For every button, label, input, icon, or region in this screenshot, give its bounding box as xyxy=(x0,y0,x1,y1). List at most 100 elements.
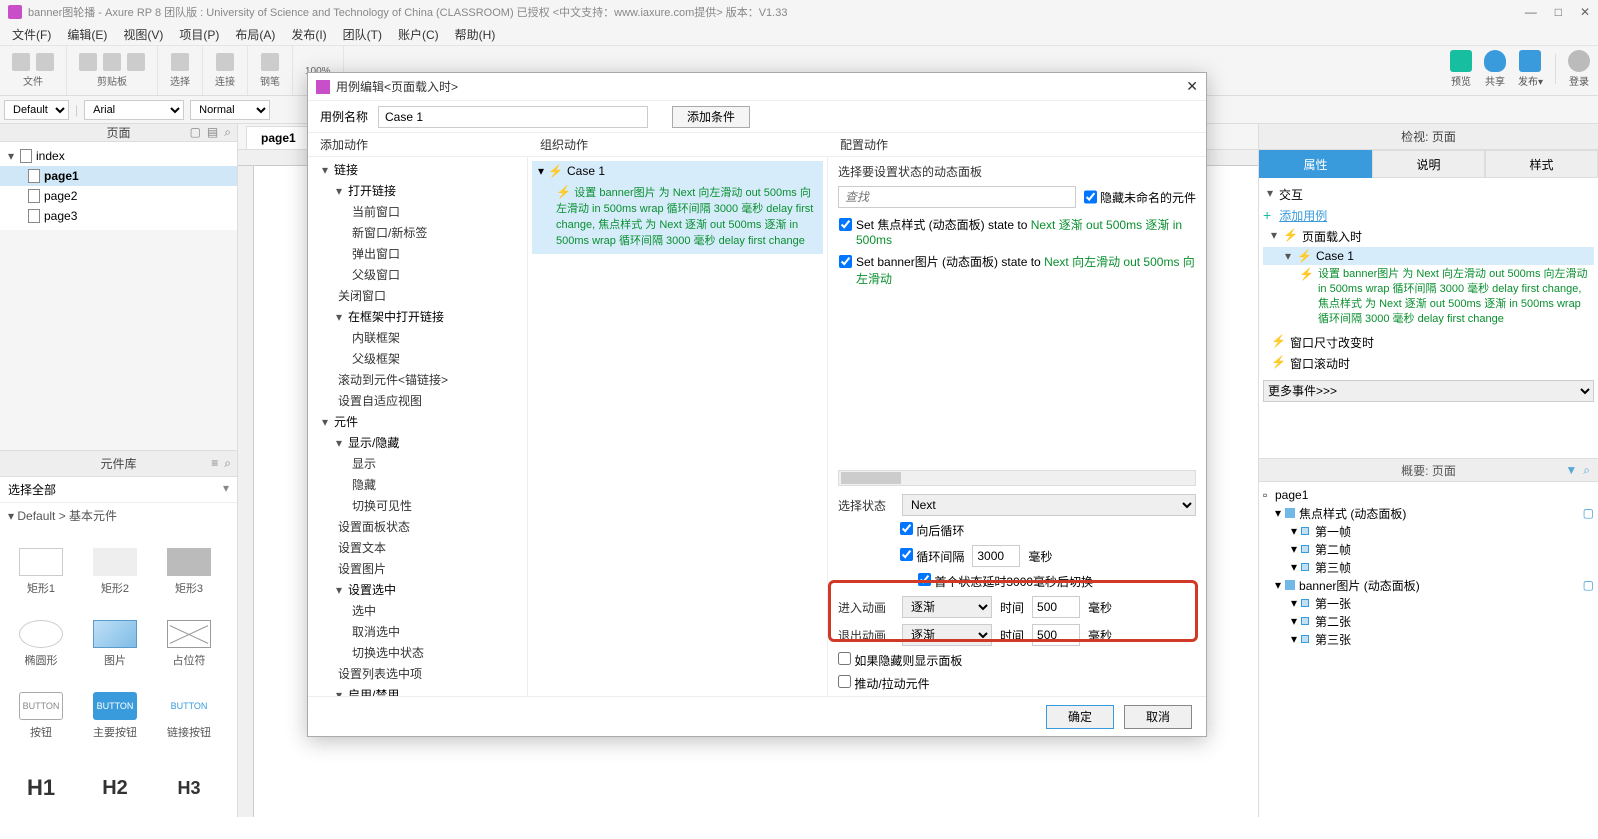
cut-icon[interactable] xyxy=(79,53,97,71)
lib-image[interactable]: 图片 xyxy=(78,608,152,680)
canvas-tab-page1[interactable]: page1 xyxy=(246,126,311,149)
library-select-all[interactable]: 选择全部 ▾ xyxy=(0,477,237,503)
tab-style[interactable]: 样式 xyxy=(1485,150,1598,178)
outline-dp1-s2[interactable]: ▾第二帧 xyxy=(1263,540,1594,558)
anim-in-select[interactable]: 逐渐 xyxy=(902,596,992,618)
delay-first-checkbox[interactable]: 首个状态延时3000毫秒后切换 xyxy=(918,573,1093,590)
lib-rect3[interactable]: 矩形3 xyxy=(152,536,226,608)
horizontal-scrollbar[interactable] xyxy=(838,470,1196,486)
new-file-icon[interactable] xyxy=(12,53,30,71)
publish-button[interactable]: 发布▾ xyxy=(1518,50,1543,88)
lib-h1[interactable]: H1 xyxy=(4,752,78,824)
pen-icon[interactable] xyxy=(261,53,279,71)
lib-search-icon[interactable]: ⌕ xyxy=(224,456,231,471)
font-select[interactable]: Arial xyxy=(84,100,184,120)
filter-icon[interactable]: ▼ xyxy=(1565,463,1577,478)
repeat-checkbox[interactable]: 循环间隔 xyxy=(900,548,964,565)
tree-show-hide[interactable]: ▾显示/隐藏 xyxy=(336,434,527,451)
tree-selected[interactable]: 选中 xyxy=(308,600,527,621)
menu-help[interactable]: 帮助(H) xyxy=(449,24,502,45)
outline-dp2[interactable]: ▾banner图片 (动态面板)▢ xyxy=(1263,576,1594,594)
anim-in-time-input[interactable] xyxy=(1032,596,1080,618)
minimize-button[interactable]: — xyxy=(1525,5,1537,19)
menu-account[interactable]: 账户(C) xyxy=(392,24,445,45)
tree-popup[interactable]: 弹出窗口 xyxy=(308,243,527,264)
library-breadcrumb[interactable]: ▾ Default > 基本元件 xyxy=(0,503,237,528)
tree-adaptive[interactable]: 设置自适应视图 xyxy=(308,390,527,411)
tree-close-window[interactable]: 关闭窗口 xyxy=(308,285,527,306)
lib-rect2[interactable]: 矩形2 xyxy=(78,536,152,608)
tree-parent-window[interactable]: 父级窗口 xyxy=(308,264,527,285)
menu-publish[interactable]: 发布(I) xyxy=(285,24,332,45)
anim-out-select[interactable]: 逐渐 xyxy=(902,624,992,646)
outline-search-icon[interactable]: ⌕ xyxy=(1583,463,1590,478)
push-pull-checkbox[interactable]: 推动/拉动元件 xyxy=(838,675,930,692)
page-page3[interactable]: page3 xyxy=(0,206,237,226)
close-button[interactable]: ✕ xyxy=(1580,5,1590,19)
repeat-interval-input[interactable] xyxy=(972,545,1020,567)
show-if-hidden-checkbox[interactable]: 如果隐藏则显示面板 xyxy=(838,652,962,669)
share-button[interactable]: 共享 xyxy=(1484,50,1506,88)
menu-view[interactable]: 视图(V) xyxy=(117,24,169,45)
event-onscroll[interactable]: 窗口滚动时 xyxy=(1290,355,1350,372)
tree-open-in-frame[interactable]: ▾在框架中打开链接 xyxy=(336,308,527,325)
preview-button[interactable]: 预览 xyxy=(1450,50,1472,88)
tree-open-link[interactable]: ▾打开链接 xyxy=(336,182,527,199)
lib-button[interactable]: BUTTON按钮 xyxy=(4,680,78,752)
event-onresize[interactable]: 窗口尺寸改变时 xyxy=(1290,334,1374,351)
more-events-select[interactable]: 更多事件>>> xyxy=(1263,380,1594,402)
wrap-checkbox[interactable]: 向后循环 xyxy=(900,522,964,539)
tree-scroll-to[interactable]: 滚动到元件<锚链接> xyxy=(308,369,527,390)
organize-case-header[interactable]: ▾⚡Case 1 xyxy=(532,161,823,181)
cancel-button[interactable]: 取消 xyxy=(1124,705,1192,729)
lib-placeholder[interactable]: 占位符 xyxy=(152,608,226,680)
outline-page[interactable]: ▫page1 xyxy=(1263,486,1594,504)
lib-rect1[interactable]: 矩形1 xyxy=(4,536,78,608)
dialog-close-button[interactable]: ✕ xyxy=(1186,78,1198,95)
page-index[interactable]: ▾index xyxy=(0,146,237,166)
tree-new-window[interactable]: 新窗口/新标签 xyxy=(308,222,527,243)
panel-search-input[interactable] xyxy=(838,186,1076,208)
login-button[interactable]: 登录 xyxy=(1568,50,1590,88)
tree-enable-disable[interactable]: ▾启用/禁用 xyxy=(336,686,527,696)
lib-link-button[interactable]: BUTTON链接按钮 xyxy=(152,680,226,752)
menu-team[interactable]: 团队(T) xyxy=(337,24,388,45)
add-condition-button[interactable]: 添加条件 xyxy=(672,106,750,128)
lib-menu-icon[interactable]: ≡ xyxy=(211,456,218,471)
outline-dp2-s1[interactable]: ▾第一张 xyxy=(1263,594,1594,612)
paste-icon[interactable] xyxy=(127,53,145,71)
outline-dp1-s1[interactable]: ▾第一帧 xyxy=(1263,522,1594,540)
hide-unnamed-checkbox[interactable]: 隐藏未命名的元件 xyxy=(1084,186,1196,208)
page-page2[interactable]: page2 xyxy=(0,186,237,206)
tab-notes[interactable]: 说明 xyxy=(1372,150,1485,178)
tree-parent-frame[interactable]: 父级框架 xyxy=(308,348,527,369)
lib-h2[interactable]: H2 xyxy=(78,752,152,824)
copy-icon[interactable] xyxy=(103,53,121,71)
outline-dp1[interactable]: ▾焦点样式 (动态面板)▢ xyxy=(1263,504,1594,522)
add-folder-icon[interactable]: ▤ xyxy=(207,125,218,140)
add-case-link[interactable]: 添加用例 xyxy=(1279,207,1327,224)
tree-set-image[interactable]: 设置图片 xyxy=(308,558,527,579)
select-state-dropdown[interactable]: Next xyxy=(902,494,1196,516)
case-action-text[interactable]: 设置 banner图片 为 Next 向左滑动 out 500ms 向左滑动 i… xyxy=(1318,267,1594,326)
connect-icon[interactable] xyxy=(216,53,234,71)
lib-primary-button[interactable]: BUTTON主要按钮 xyxy=(78,680,152,752)
anim-out-time-input[interactable] xyxy=(1032,624,1080,646)
panel-item-1[interactable]: Set 焦点样式 (动态面板) state to Next 逐渐 out 500… xyxy=(839,213,1195,250)
tree-current-window[interactable]: 当前窗口 xyxy=(308,201,527,222)
outline-dp2-s3[interactable]: ▾第三张 xyxy=(1263,630,1594,648)
plus-icon[interactable]: + xyxy=(1263,207,1271,223)
search-icon[interactable]: ⌕ xyxy=(224,125,231,140)
tree-widgets[interactable]: ▾元件 xyxy=(322,413,527,430)
select-icon[interactable] xyxy=(171,53,189,71)
lib-ellipse[interactable]: 椭圆形 xyxy=(4,608,78,680)
outline-dp1-s3[interactable]: ▾第三帧 xyxy=(1263,558,1594,576)
menu-arrange[interactable]: 布局(A) xyxy=(229,24,281,45)
menu-edit[interactable]: 编辑(E) xyxy=(61,24,113,45)
panel-item-2[interactable]: Set banner图片 (动态面板) state to Next 向左滑动 o… xyxy=(839,250,1195,290)
add-page-icon[interactable]: ▢ xyxy=(190,125,201,140)
organize-case-desc[interactable]: 设置 banner图片 为 Next 向左滑动 out 500ms 向左滑动 i… xyxy=(556,187,813,247)
case-1[interactable]: Case 1 xyxy=(1316,249,1354,263)
outline-dp2-s2[interactable]: ▾第二张 xyxy=(1263,612,1594,630)
menu-project[interactable]: 项目(P) xyxy=(173,24,225,45)
